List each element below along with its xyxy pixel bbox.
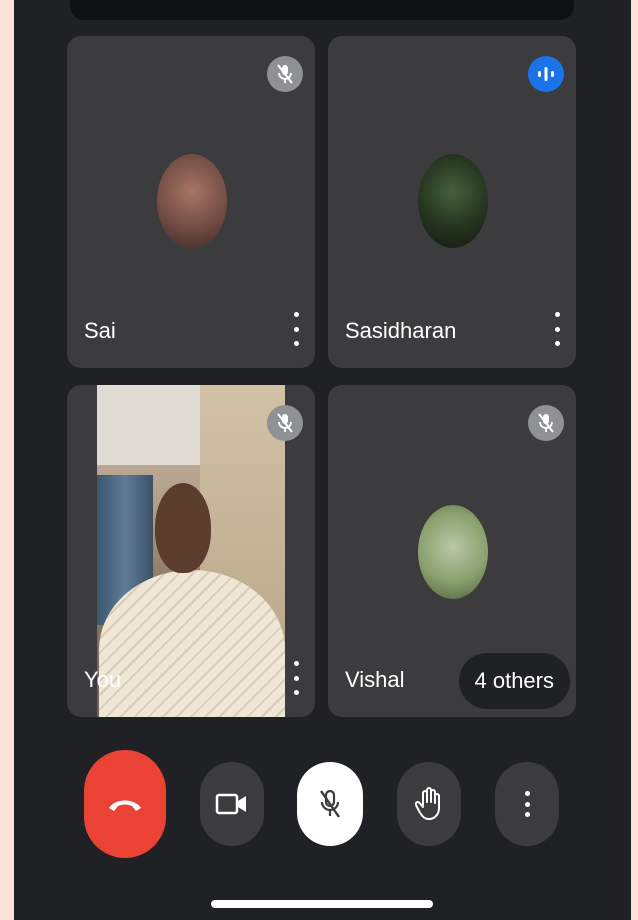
participant-name: Vishal: [345, 667, 405, 692]
microphone-toggle-button[interactable]: [297, 762, 363, 846]
participant-name: You: [84, 667, 122, 692]
more-options-icon[interactable]: [552, 312, 562, 346]
video-camera-icon: [215, 793, 246, 815]
participant-tile-sasidharan[interactable]: Sasidharan: [328, 36, 576, 368]
call-controls: [14, 750, 631, 860]
participant-name: Sai: [84, 318, 116, 343]
avatar: [418, 154, 488, 248]
more-vertical-icon: [524, 791, 530, 817]
avatar: [418, 505, 488, 599]
camera-toggle-button[interactable]: [200, 762, 264, 846]
more-options-button[interactable]: [495, 762, 559, 846]
participant-tile-vishal[interactable]: Vishal 4 others: [328, 385, 576, 717]
participant-name: Sasidharan: [345, 318, 457, 343]
more-options-icon[interactable]: [291, 312, 301, 346]
mic-muted-icon: [267, 405, 303, 441]
meeting-screen: Sai Sasidharan You Vishal 4 others: [14, 0, 631, 920]
self-video-feed: [97, 385, 285, 717]
mic-off-icon: [320, 789, 340, 818]
avatar: [157, 154, 227, 248]
mic-muted-icon: [528, 405, 564, 441]
mic-muted-icon: [267, 56, 303, 92]
speaking-indicator-icon: [528, 56, 564, 92]
raise-hand-button[interactable]: [397, 762, 461, 846]
end-call-button[interactable]: [84, 750, 166, 858]
home-indicator[interactable]: [211, 900, 433, 908]
participant-tile-sai[interactable]: Sai: [67, 36, 315, 368]
participant-tile-you[interactable]: You: [67, 385, 315, 717]
top-tile-edge: [70, 0, 574, 20]
others-button[interactable]: 4 others: [458, 653, 570, 709]
phone-hangup-icon: [109, 800, 141, 811]
hand-icon: [415, 787, 440, 820]
more-options-icon[interactable]: [291, 661, 301, 695]
